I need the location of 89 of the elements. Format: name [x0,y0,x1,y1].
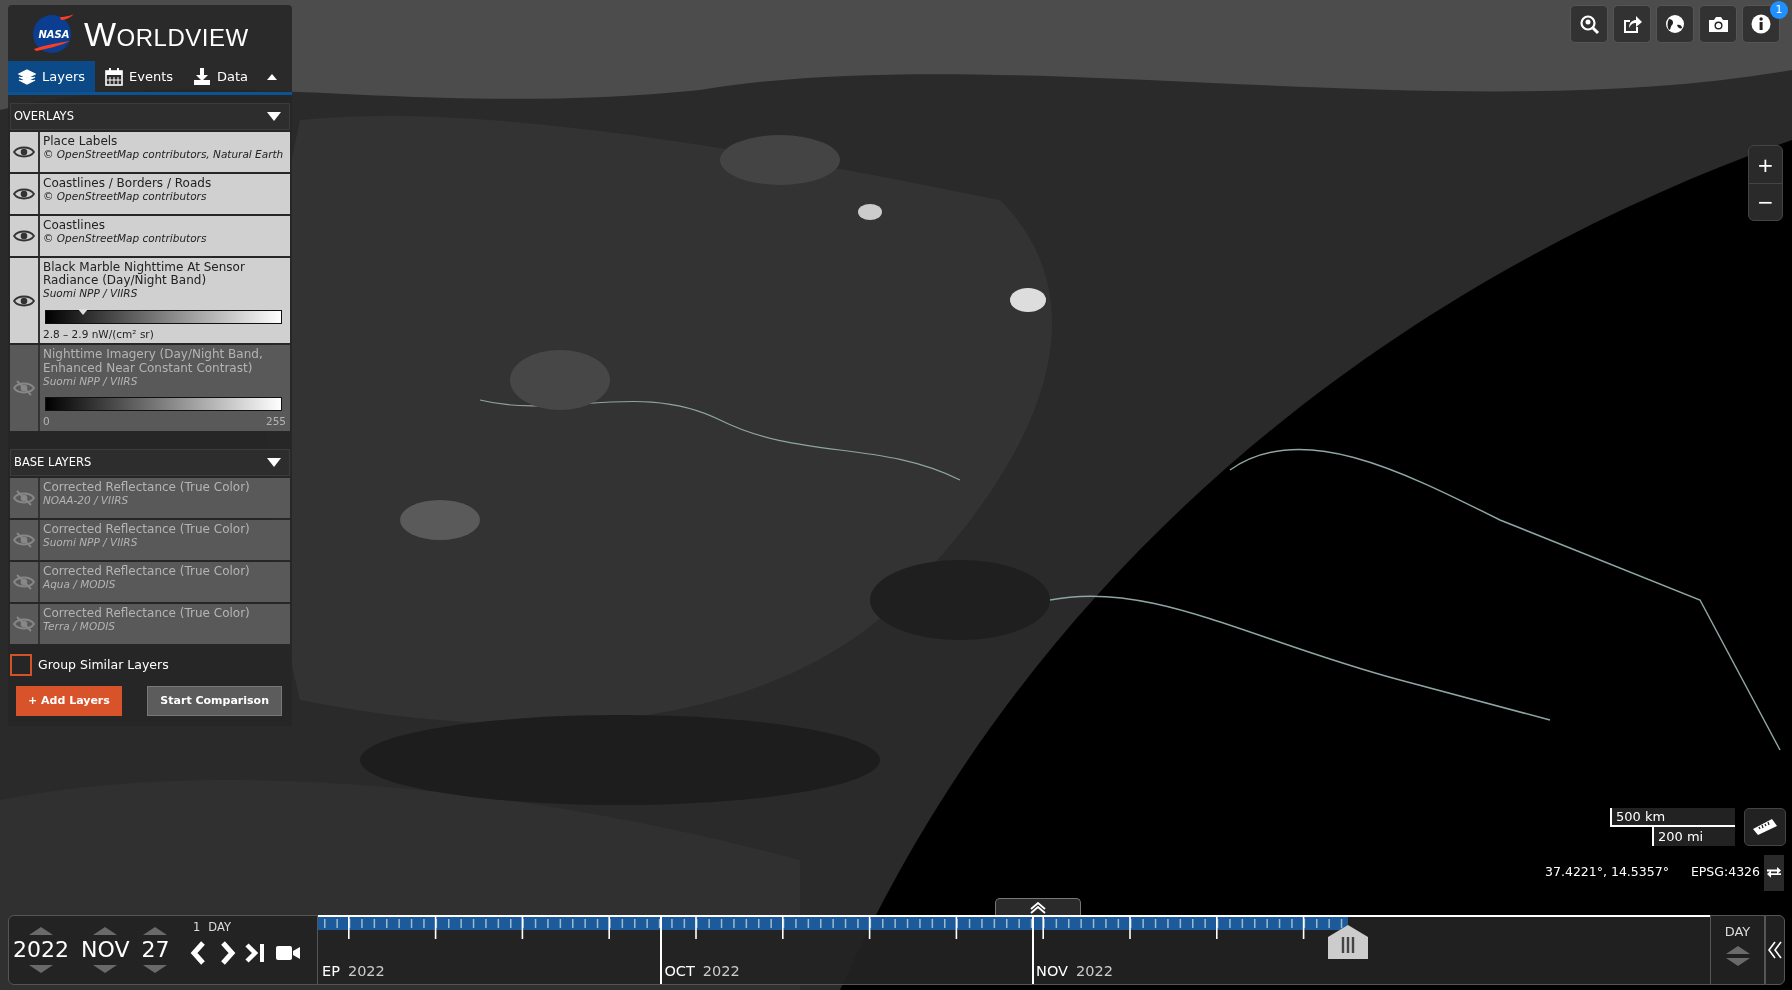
calendar-icon [105,67,124,86]
year-label: 2022 [347,962,385,982]
globe-icon [1664,13,1686,35]
date-field[interactable]: 27 [141,939,170,961]
layers-icon [18,67,36,86]
layer-row[interactable]: Coastlines / Borders / Roads © OpenStreetMap contributors [10,174,290,214]
legend-value: 2.8 – 2.9 nW/(cm² sr) [43,328,154,341]
info-icon [1750,13,1772,35]
zoom-down-arrow[interactable] [1725,957,1750,966]
measure-button[interactable] [1744,808,1786,846]
search-icon [1578,13,1600,35]
chevron-up-icon [1029,901,1047,914]
toolbar-button[interactable] [1699,5,1737,43]
decrement-arrow[interactable] [29,965,53,973]
increment-arrow[interactable] [143,927,168,935]
layer-source: Aqua / MODIS [43,579,117,591]
coordinates-text: 37.4221°, 14.5357° [1545,863,1669,881]
date-field[interactable]: 2022 [13,939,69,961]
layer-row[interactable]: Black Marble Nighttime At Sensor Radiance (Day/Night Band) Suomi NPP / VIIRS 2.8 – 2.9 nW/(cm² sr) [10,258,290,344]
layer-source: Terra / MODIS [43,621,117,633]
app-title: WORLDVIEW [84,17,249,51]
month-label: OCT [664,962,695,982]
interval-count[interactable]: 1 [193,919,201,937]
legend-min: 0 [43,416,50,428]
layer-name: Corrected Reflectance (True Color) [43,606,251,621]
tab[interactable]: Layers [8,61,96,92]
year-label: 2022 [1076,962,1113,982]
interval-unit[interactable]: DAY [208,919,231,937]
layer-name: Corrected Reflectance (True Color) [43,480,251,495]
decrement-arrow[interactable] [93,965,118,973]
increment-arrow[interactable] [29,927,53,935]
checkbox[interactable] [10,653,32,676]
ruler-icon [1752,818,1778,836]
collapse-button[interactable] [1765,915,1785,985]
layer-row[interactable]: Place Labels © OpenStreetMap contributors, Natural Earth [10,132,290,172]
caret-icon [267,457,281,467]
toolbar-button[interactable] [1570,5,1608,43]
layer-source: NOAA-20 / VIIRS [43,495,130,507]
layer-name: Corrected Reflectance (True Color) [43,564,251,579]
toolbar-button[interactable] [1742,5,1780,43]
expand-timeline-button[interactable] [995,898,1081,916]
layer-row[interactable]: Coastlines © OpenStreetMap contributors [10,216,290,256]
layer-name: Coastlines / Borders / Roads [43,177,213,191]
share-icon [1621,13,1643,35]
logo-text: NASA [38,27,70,42]
increment-arrow[interactable] [93,927,118,935]
zoom-in-button[interactable]: + [1749,146,1782,183]
layer-name: Black Marble Nighttime At Sensor Radiance (Day/Night Band) [43,261,246,288]
layer-source: © OpenStreetMap contributors, Natural Earth [43,149,285,161]
projection-text: EPSG:4326 [1690,863,1760,881]
layer-source: Suomi NPP / VIIRS [43,537,139,549]
scale-bar: 200 mi [1652,827,1735,846]
zoom-level-label[interactable]: DAY [1724,922,1751,942]
swap-button[interactable] [1764,855,1784,891]
checkbox-label: Group Similar Layers [38,655,169,674]
section-header[interactable]: OVERLAYS [10,103,290,130]
download-icon [193,67,212,86]
collapse-caret-icon[interactable] [266,72,279,81]
add-layers-button[interactable]: + Add Layers [16,685,122,717]
layer-name: Coastlines [43,219,106,233]
layer-source: Suomi NPP / VIIRS [43,375,139,388]
double-chevron-icon [1768,941,1782,959]
decrement-arrow[interactable] [143,965,168,973]
logo-icon [30,13,74,55]
toolbar-button[interactable] [1613,5,1651,43]
month-label: NOV [1036,962,1069,982]
zoom-out-button[interactable]: − [1749,183,1782,220]
layer-name: Nighttime Imagery (Day/Night Band, Enhanced Near Constant Contrast) [43,348,264,375]
tab[interactable]: Events [95,61,184,92]
layer-name: Corrected Reflectance (True Color) [43,522,251,537]
swap-icon [1767,866,1781,880]
year-label: 2022 [702,962,740,982]
caret-icon [267,112,281,121]
date-field[interactable]: NOV [81,939,130,961]
layer-source: © OpenStreetMap contributors [43,191,208,203]
timeline-track[interactable]: EP 2022 OCT 2022 NOV 2022 [318,915,1710,985]
zoom-up-arrow[interactable] [1725,945,1750,954]
legend-max: 255 [265,416,286,428]
layer-name: Place Labels [43,135,119,149]
toolbar-button[interactable] [1656,5,1694,43]
comparison-button[interactable]: Start Comparison [147,685,282,717]
layer-row[interactable]: Nighttime Imagery (Day/Night Band, Enhanced Near Constant Contrast) Suomi NPP / VIIRS 0 255 [10,345,290,431]
scale-bar: 500 km [1610,808,1735,827]
layer-source: © OpenStreetMap contributors [43,233,208,245]
month-label: EP [322,962,340,982]
timeline-handle[interactable] [1328,925,1369,961]
section-header[interactable]: BASE LAYERS [10,448,290,476]
tab[interactable]: Data [183,61,259,92]
layer-source: Suomi NPP / VIIRS [43,288,139,300]
